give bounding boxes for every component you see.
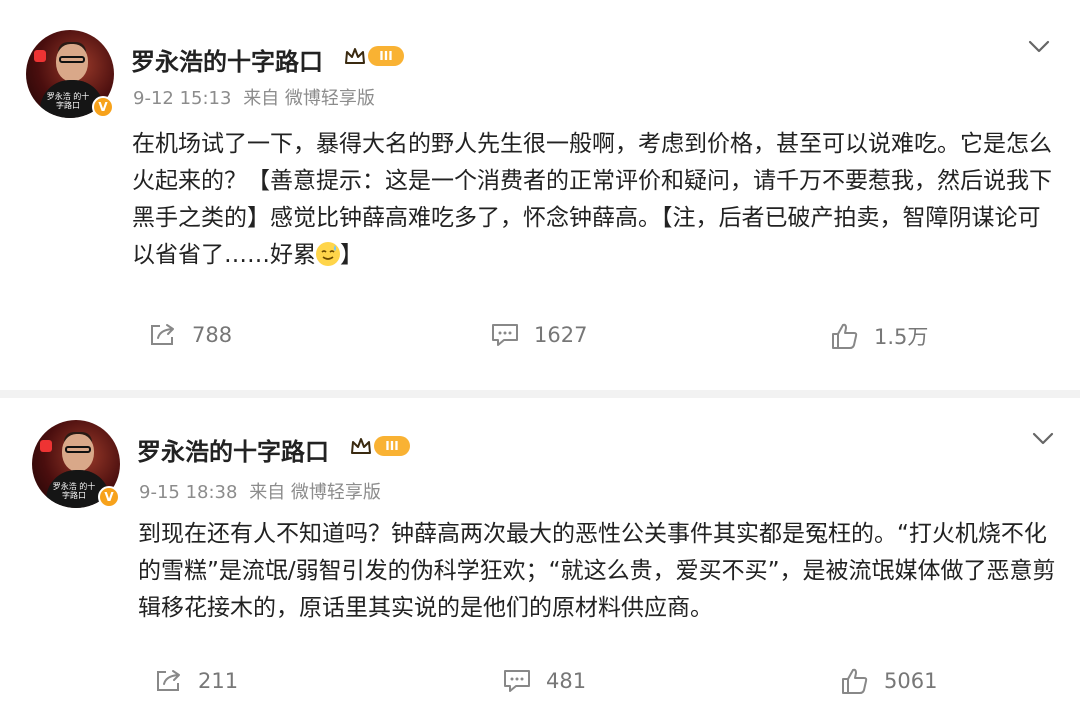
repost-count: 211 [198, 669, 239, 693]
post-source: 来自 微博轻享版 [243, 88, 375, 109]
repost-button[interactable]: 211 [154, 666, 238, 696]
comment-icon [492, 324, 518, 346]
comment-count: 481 [546, 669, 587, 693]
sweat-smile-emoji [316, 242, 340, 266]
author-name[interactable]: 罗永浩的十字路口 [137, 432, 329, 467]
level-badge: III [368, 46, 404, 66]
repost-button[interactable]: 788 [148, 320, 232, 350]
like-icon [842, 668, 868, 694]
chevron-down-icon[interactable] [1032, 432, 1054, 446]
comment-button[interactable]: 1627 [490, 320, 587, 350]
chevron-down-icon[interactable] [1028, 40, 1050, 54]
comment-count: 1627 [534, 323, 588, 347]
comment-icon [504, 670, 530, 692]
avatar-caption: 罗永浩 的十字路口 [52, 482, 96, 500]
like-button[interactable]: 5061 [840, 666, 937, 696]
post-text: 在机场试了一下，暴得大名的野人先生很一般啊，考虑到价格，甚至可以说难吃。它是怎么… [132, 126, 1052, 274]
post-meta: 9-15 18:38 来自 微博轻享版 [139, 478, 381, 504]
crown-icon [345, 48, 365, 64]
like-count: 1.5万 [874, 325, 929, 349]
post-text-end: 】 [340, 242, 363, 268]
like-count: 5061 [884, 669, 938, 693]
like-button[interactable]: 1.5万 [830, 321, 928, 351]
author-name[interactable]: 罗永浩的十字路口 [131, 42, 323, 77]
post-time[interactable]: 9-12 15:13 [133, 88, 231, 109]
crown-icon [351, 438, 371, 454]
verified-badge: V [92, 96, 114, 118]
verified-badge: V [98, 486, 120, 508]
post-text-body: 在机场试了一下，暴得大名的野人先生很一般啊，考虑到价格，甚至可以说难吃。它是怎么… [132, 131, 1052, 268]
weibo-post: 罗永浩 的十字路口 V 罗永浩的十字路口 III 9-15 18:38 来自 微… [0, 390, 1080, 724]
post-source: 来自 微博轻享版 [249, 482, 381, 503]
post-time[interactable]: 9-15 18:38 [139, 482, 237, 503]
repost-count: 788 [192, 323, 233, 347]
repost-icon [151, 324, 174, 345]
level-badge: III [374, 436, 410, 456]
comment-button[interactable]: 481 [502, 666, 586, 696]
post-meta: 9-12 15:13 来自 微博轻享版 [133, 84, 375, 110]
avatar-caption: 罗永浩 的十字路口 [46, 92, 90, 110]
like-icon [832, 323, 858, 349]
repost-icon [157, 670, 180, 691]
weibo-post: 罗永浩 的十字路口 V 罗永浩的十字路口 III 9-12 15:13 来自 微… [0, 0, 1080, 390]
post-text: 到现在还有人不知道吗？钟薛高两次最大的恶性公关事件其实都是冤枉的。“打火机烧不化… [138, 521, 1056, 621]
